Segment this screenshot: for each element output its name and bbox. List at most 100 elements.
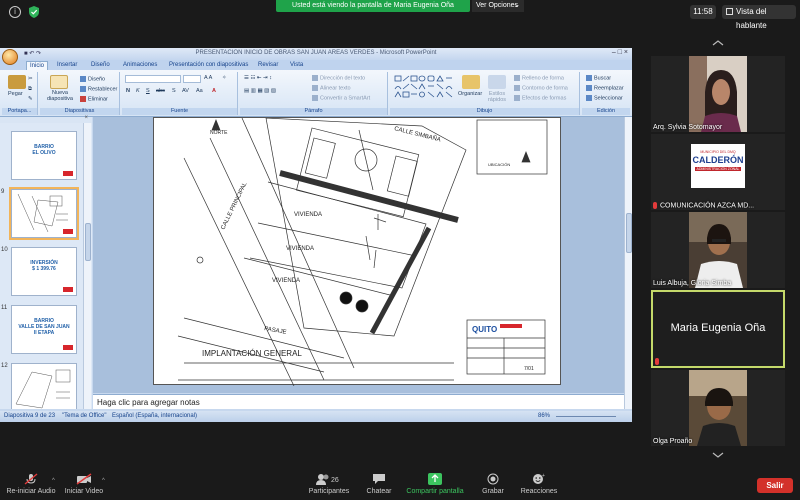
arrange-icon[interactable]	[462, 75, 480, 89]
bold-icon[interactable]: N	[126, 88, 130, 94]
view-options-dropdown[interactable]: Ver Opciones ⌄	[472, 0, 524, 12]
slide-thumbnail[interactable]: BARRIO VALLE DE SAN JUAN II ETAPA	[11, 305, 77, 354]
theme-name: "Tema de Office"	[62, 413, 107, 419]
close-icon[interactable]: ×	[624, 49, 628, 56]
slide-thumbnail[interactable]: BARRIO EL OLIVO	[11, 131, 77, 180]
info-icon[interactable]: i	[9, 6, 21, 18]
vivienda-label-2: VIVIENDA	[286, 246, 314, 252]
underline-icon[interactable]: S	[146, 88, 150, 94]
reactions-button[interactable]: + Reacciones	[518, 473, 560, 495]
chevron-up-icon[interactable]	[712, 40, 724, 46]
tab-animaciones[interactable]: Animaciones	[120, 61, 160, 70]
chat-button[interactable]: Chatear	[362, 473, 396, 495]
text-direction-button[interactable]: Dirección del texto	[312, 75, 365, 81]
participant-tile[interactable]: Arq. Sylvia Sotomayor	[651, 56, 785, 132]
participant-name: Arq. Sylvia Sotomayor	[653, 124, 723, 131]
quick-styles-icon[interactable]	[488, 75, 506, 89]
shield-icon[interactable]	[28, 6, 40, 18]
participant-tile-active-speaker[interactable]: Maria Eugenia Oña	[651, 290, 785, 368]
editing-label: Edición	[582, 108, 630, 115]
replace-button[interactable]: Reemplazar	[586, 85, 624, 91]
align-text-button[interactable]: Alinear texto	[312, 85, 351, 91]
shape-outline-button[interactable]: Contorno de forma	[514, 85, 568, 91]
chevron-down-icon[interactable]	[712, 452, 724, 458]
slide-thumbnail[interactable]: INVERSIÓN $ 1 399.76	[11, 247, 77, 296]
participant-video	[689, 212, 747, 288]
tab-revisar[interactable]: Revisar	[255, 61, 281, 70]
sheet-number: 7/01	[524, 366, 534, 372]
font-size-select[interactable]	[183, 75, 201, 83]
view-options-label: Ver Opciones	[476, 2, 519, 9]
editor-scrollbar[interactable]	[624, 117, 632, 409]
leave-meeting-button[interactable]: Salir	[757, 478, 793, 493]
slide-thumbnail-selected[interactable]	[9, 187, 79, 240]
change-case-icon[interactable]: Aa	[196, 88, 203, 94]
record-button[interactable]: Grabar	[478, 473, 508, 495]
format-painter-icon[interactable]: ✎	[28, 96, 33, 102]
zoom-level: 86%	[538, 413, 551, 419]
ppt-status-bar: Diapositiva 9 de 23 "Tema de Office" Esp…	[0, 411, 632, 422]
svg-text:+: +	[542, 473, 545, 479]
current-slide[interactable]: CALLE SIMBAÑA CALLE PRINCIPAL NORTE VIVI…	[153, 117, 561, 387]
arrange-button[interactable]: Organizar	[458, 91, 482, 97]
speaker-view-button[interactable]: Vista del hablante	[722, 5, 796, 30]
participants-button[interactable]: 26 Participantes	[306, 473, 352, 495]
layout-button[interactable]: Diseño	[80, 76, 105, 82]
maximize-icon[interactable]: □	[618, 49, 622, 56]
cut-icon[interactable]: ✂	[28, 76, 33, 82]
participant-tile[interactable]: Olga Proaño	[651, 370, 785, 446]
audio-options-caret[interactable]: ^	[52, 478, 55, 484]
quick-styles-button[interactable]: Estilos rápidos	[484, 91, 510, 103]
zoom-slider[interactable]	[556, 416, 616, 417]
paste-button[interactable]: Pegar	[8, 91, 23, 97]
shadow-icon[interactable]: S	[172, 88, 176, 94]
tab-insertar[interactable]: Insertar	[54, 61, 80, 70]
implantacion-title: IMPLANTACIÓN GENERAL	[202, 349, 302, 358]
slide-number: 12	[1, 363, 8, 369]
delete-slide-button[interactable]: Eliminar	[80, 96, 108, 102]
select-button[interactable]: Seleccionar	[586, 95, 623, 101]
smartart-button[interactable]: Convertir a SmartArt	[312, 95, 370, 101]
font-color-icon[interactable]: A	[212, 88, 216, 94]
close-pane-icon[interactable]: ×	[84, 115, 88, 121]
shapes-gallery[interactable]	[394, 75, 456, 101]
scrollbar-thumb[interactable]	[626, 213, 632, 253]
paste-icon[interactable]	[8, 75, 26, 89]
clear-format-icon[interactable]: ✧	[222, 75, 227, 81]
char-spacing-icon[interactable]: AV	[182, 88, 189, 94]
participant-tile[interactable]: Luis Albuja, Gloria Simba	[651, 212, 785, 288]
scrollbar-thumb[interactable]	[85, 223, 91, 261]
start-video-button[interactable]: Iniciar Video	[62, 473, 106, 495]
grow-font-icon[interactable]: A A	[204, 75, 212, 81]
tab-inicio[interactable]: Inicio	[26, 61, 49, 70]
bullets-icon[interactable]: ☰ ☷ ⇤ ⇥ ↕	[244, 75, 272, 81]
new-slide-icon[interactable]	[50, 75, 68, 89]
thumbnails-scrollbar[interactable]	[83, 123, 91, 409]
italic-icon[interactable]: K	[136, 88, 140, 94]
video-options-caret[interactable]: ^	[102, 478, 105, 484]
office-button[interactable]	[2, 49, 18, 65]
shape-effects-button[interactable]: Efectos de formas	[514, 95, 566, 101]
participant-tile[interactable]: MUNICIPIO DEL DMQ CALDERÓN ADMINISTRACIÓ…	[651, 134, 785, 210]
slide-thumbnail[interactable]	[11, 363, 77, 409]
replace-label: Reemplazar	[594, 85, 624, 92]
paragraph-label: Párrafo	[240, 108, 387, 115]
copy-icon[interactable]: ⧉	[28, 86, 32, 93]
thumb-text: BARRIO EL OLIVO	[32, 144, 56, 156]
clipboard-group: Pegar ✂ ⧉ ✎ Portapa...	[2, 72, 38, 115]
strikethrough-icon[interactable]: abc	[156, 88, 165, 94]
tab-vista[interactable]: Vista	[287, 61, 306, 70]
shape-fill-button[interactable]: Relleno de forma	[514, 75, 564, 81]
shape-outline-label: Contorno de forma	[522, 85, 568, 92]
rejoin-audio-button[interactable]: Re-iniciar Audio	[4, 473, 58, 495]
find-button[interactable]: Buscar	[586, 75, 611, 81]
share-screen-button[interactable]: Compartir pantalla	[404, 473, 466, 495]
reset-button[interactable]: Restablecer	[80, 86, 117, 92]
align-icons[interactable]: ▤ ▥ ▦ ▧ ▨	[244, 88, 276, 94]
notes-area[interactable]: Haga clic para agregar notas	[93, 394, 624, 409]
minimize-icon[interactable]: –	[612, 49, 616, 56]
new-slide-button[interactable]: Nueva diapositiva	[42, 90, 78, 102]
tab-diseno[interactable]: Diseño	[88, 61, 113, 70]
tab-presentacion[interactable]: Presentación con diapositivas	[166, 61, 251, 70]
font-name-select[interactable]	[125, 75, 181, 83]
